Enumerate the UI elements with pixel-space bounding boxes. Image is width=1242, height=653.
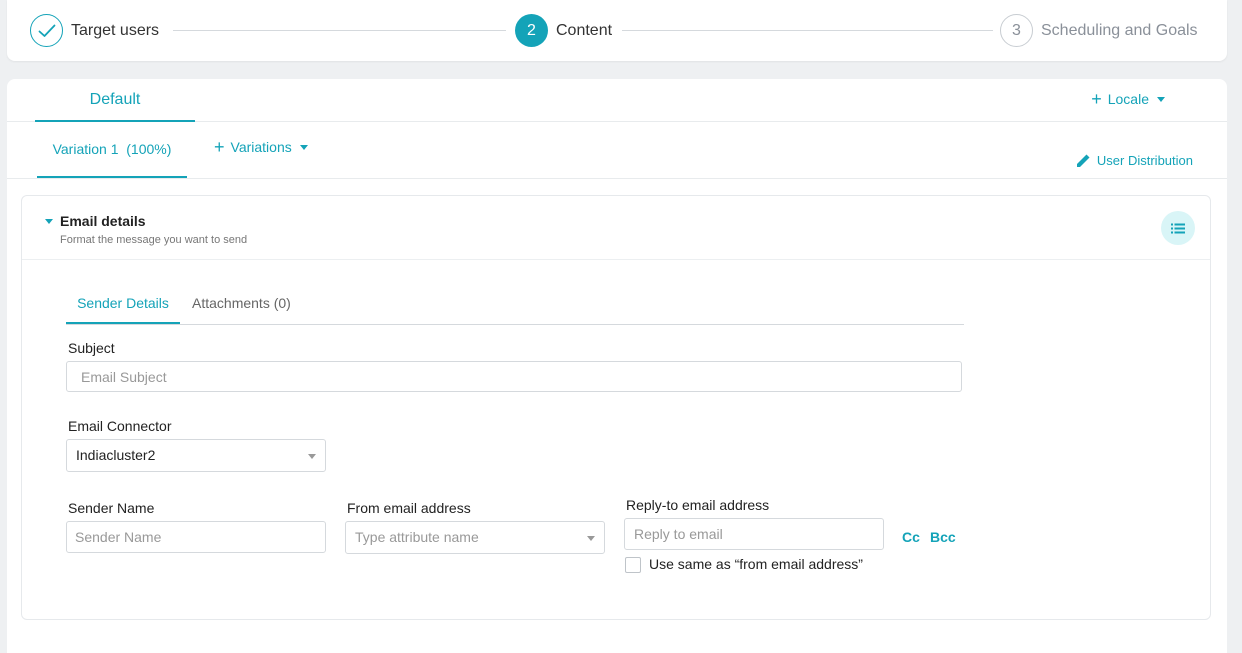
- chevron-down-icon: [308, 454, 316, 459]
- step-label: Scheduling and Goals: [1041, 21, 1198, 39]
- list-view-button[interactable]: [1161, 211, 1195, 245]
- panel-subtitle: Format the message you want to send: [60, 234, 248, 246]
- step-target-users[interactable]: Target users: [30, 14, 159, 47]
- content-card: Default + Locale Variation 1 (100%) + Va…: [7, 79, 1227, 653]
- add-locale-button[interactable]: + Locale: [1091, 89, 1165, 109]
- reply-to-label: Reply-to email address: [626, 497, 770, 513]
- bcc-button[interactable]: Bcc: [930, 529, 956, 545]
- same-as-from-label: Use same as “from email address”: [649, 556, 863, 572]
- plus-icon: +: [1091, 89, 1102, 109]
- add-variation-button[interactable]: + Variations: [214, 137, 308, 157]
- email-details-panel: Email details Format the message you wan…: [21, 195, 1211, 620]
- chevron-down-icon: [587, 536, 595, 541]
- step-label: Content: [556, 21, 613, 39]
- email-connector-value: Indiacluster2: [76, 447, 156, 463]
- panel-title: Email details: [60, 213, 146, 229]
- tab-variation-1[interactable]: Variation 1 (100%): [37, 122, 187, 178]
- cc-button[interactable]: Cc: [902, 529, 920, 545]
- from-email-label: From email address: [347, 500, 471, 516]
- same-as-from-checkbox[interactable]: [625, 557, 641, 573]
- email-connector-select[interactable]: Indiacluster2: [66, 439, 326, 472]
- caret-down-icon: [1157, 96, 1165, 102]
- email-connector-label: Email Connector: [68, 418, 172, 434]
- from-email-placeholder: Type attribute name: [355, 529, 479, 545]
- sender-tabs: Sender Details Attachments (0): [66, 292, 964, 325]
- step-connector: [173, 30, 506, 31]
- tab-attachments[interactable]: Attachments (0): [192, 292, 291, 324]
- tab-sender-details[interactable]: Sender Details: [66, 292, 180, 324]
- plus-icon: +: [214, 137, 225, 157]
- locale-label: Locale: [1107, 91, 1149, 107]
- subject-input[interactable]: Email Subject: [66, 361, 962, 392]
- locale-tabs: Default + Locale: [7, 79, 1227, 122]
- step-scheduling[interactable]: 3 Scheduling and Goals: [1000, 14, 1198, 47]
- variations-label: Variations: [230, 139, 292, 155]
- tab-default-locale[interactable]: Default: [35, 79, 195, 122]
- step-label: Target users: [71, 21, 160, 39]
- pencil-icon: [1076, 154, 1090, 167]
- from-email-select[interactable]: Type attribute name: [345, 521, 605, 554]
- variation-tabs: Variation 1 (100%) + Variations User Dis…: [7, 122, 1227, 179]
- list-icon: [1171, 223, 1185, 233]
- reply-to-input[interactable]: Reply to email: [624, 518, 884, 550]
- step-number: 3: [1000, 14, 1033, 47]
- caret-down-icon: [299, 144, 308, 150]
- step-connector: [622, 30, 993, 31]
- email-details-header[interactable]: Email details Format the message you wan…: [22, 196, 1210, 260]
- sender-name-input[interactable]: Sender Name: [66, 521, 326, 553]
- step-number: 2: [515, 14, 548, 47]
- user-distribution-label: User Distribution: [1096, 153, 1193, 168]
- subject-label: Subject: [68, 340, 115, 356]
- user-distribution-button[interactable]: User Distribution: [1076, 153, 1193, 168]
- collapse-caret-icon[interactable]: [45, 219, 53, 224]
- step-content[interactable]: 2 Content: [515, 14, 612, 47]
- sender-name-label: Sender Name: [68, 500, 155, 516]
- wizard-stepper: Target users 2 Content 3 Scheduling and …: [7, 0, 1227, 61]
- check-icon: [30, 14, 63, 47]
